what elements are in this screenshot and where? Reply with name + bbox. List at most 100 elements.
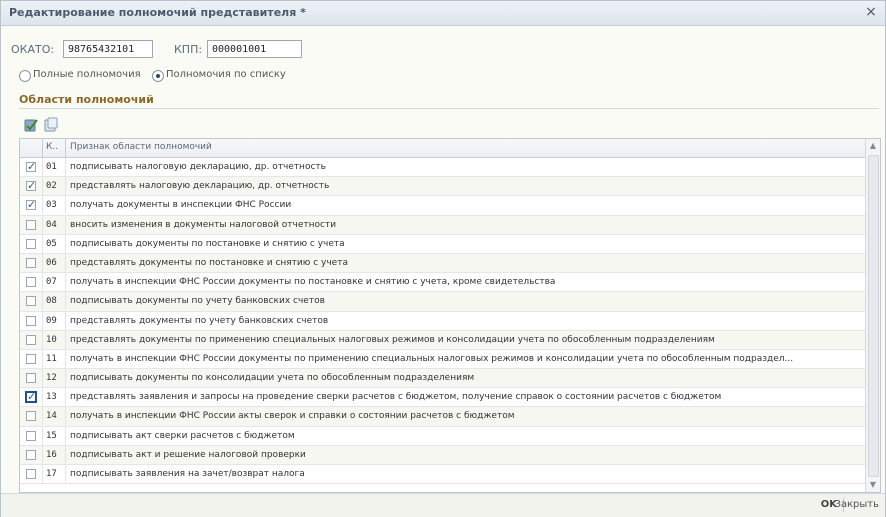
list-authority-label[interactable]: Полномочия по списку xyxy=(166,69,286,80)
row-description: получать документы в инспекции ФНС Росси… xyxy=(70,200,292,211)
row-code: 08 xyxy=(46,296,57,307)
table-row[interactable]: 01 подписывать налоговую декларацию, др. … xyxy=(20,158,865,178)
cell-separator xyxy=(42,349,43,368)
kpp-label: КПП: xyxy=(174,43,203,56)
cell-separator xyxy=(65,311,66,330)
row-checkbox[interactable] xyxy=(26,449,36,460)
row-code: 03 xyxy=(46,200,57,211)
row-checkbox[interactable] xyxy=(26,238,36,249)
check-all-icon[interactable] xyxy=(23,117,41,133)
row-code: 09 xyxy=(46,315,57,326)
table-row[interactable]: 02 представлять налоговую декларацию, др.… xyxy=(20,177,865,197)
cell-separator xyxy=(42,177,43,196)
row-checkbox[interactable] xyxy=(26,430,36,441)
cell-separator xyxy=(42,273,43,292)
table-row[interactable]: 12 подписывать документы по консолидации … xyxy=(20,369,865,389)
column-separator xyxy=(42,139,43,157)
row-description: подписывать акт сверки расчетов с бюджет… xyxy=(70,430,295,441)
cell-separator xyxy=(65,407,66,426)
table-row[interactable]: 13 представлять заявления и запросы на пр… xyxy=(20,388,865,408)
scroll-up-icon[interactable]: ▲ xyxy=(866,139,880,153)
column-header-code[interactable]: К.. xyxy=(46,142,58,152)
authority-table: К.. Признак области полномочий 01 подписы… xyxy=(19,138,881,493)
row-checkbox[interactable] xyxy=(26,411,36,422)
row-code: 05 xyxy=(46,238,57,249)
table-row[interactable]: 07 получать в инспекции ФНС России докуме… xyxy=(20,273,865,293)
table-row[interactable]: 06 представлять документы по постановке и… xyxy=(20,253,865,274)
list-authority-radio[interactable] xyxy=(152,70,164,82)
row-description: подписывать документы по учету банковски… xyxy=(70,296,325,307)
row-checkbox[interactable] xyxy=(26,219,36,230)
table-body: 01 подписывать налоговую декларацию, др. … xyxy=(20,158,865,485)
table-row[interactable]: 15 подписывать акт сверки расчетов с бюдж… xyxy=(20,426,865,446)
row-checkbox[interactable] xyxy=(26,315,36,326)
cell-separator xyxy=(42,407,43,426)
cell-separator xyxy=(65,330,66,349)
cell-separator xyxy=(42,234,43,253)
row-code: 12 xyxy=(46,373,57,384)
okato-field[interactable]: 98765432101 xyxy=(63,40,153,58)
scroll-down-icon[interactable]: ▼ xyxy=(866,478,880,492)
row-code: 15 xyxy=(46,430,57,441)
kpp-field[interactable]: 000001001 xyxy=(207,40,302,58)
cell-separator xyxy=(42,388,43,407)
row-code: 06 xyxy=(46,257,57,268)
section-divider xyxy=(19,108,879,109)
row-checkbox[interactable] xyxy=(26,373,36,384)
row-description: представлять документы по применению спе… xyxy=(70,334,715,345)
table-row[interactable]: 17 подписывать заявления на зачет/возврат… xyxy=(20,465,865,485)
table-row[interactable]: 14 получать в инспекции ФНС России акты с… xyxy=(20,407,865,427)
table-row[interactable]: 04 вносить изменения в документы налогово… xyxy=(20,215,865,235)
table-row[interactable]: 09 представлять документы по учету банков… xyxy=(20,311,865,331)
table-header: К.. Признак области полномочий xyxy=(20,139,880,158)
row-checkbox[interactable] xyxy=(25,390,37,404)
column-header-description[interactable]: Признак области полномочий xyxy=(70,142,212,152)
close-button[interactable]: Закрыть xyxy=(834,499,879,510)
table-row[interactable]: 10 представлять документы по применению с… xyxy=(20,330,865,350)
row-checkbox[interactable] xyxy=(26,353,36,364)
cell-separator xyxy=(42,369,43,388)
row-checkbox[interactable] xyxy=(26,277,36,288)
close-icon[interactable]: × xyxy=(863,4,879,20)
row-code: 01 xyxy=(46,162,57,172)
row-code: 10 xyxy=(46,334,57,345)
table-row[interactable]: 03 получать документы в инспекции ФНС Рос… xyxy=(20,196,865,216)
cell-separator xyxy=(42,330,43,349)
row-checkbox[interactable] xyxy=(26,257,36,268)
row-checkbox[interactable] xyxy=(26,160,36,173)
row-code: 04 xyxy=(46,219,57,230)
section-title: Области полномочий xyxy=(19,93,154,106)
row-description: представлять заявления и запросы на пров… xyxy=(70,392,722,403)
row-checkbox[interactable] xyxy=(26,198,36,211)
row-description: подписывать документы по постановке и сн… xyxy=(70,238,345,249)
okato-label: ОКАТО: xyxy=(11,43,55,56)
full-authority-label[interactable]: Полные полномочия xyxy=(33,69,141,80)
cell-separator xyxy=(65,158,66,176)
dialog-window: Редактирование полномочий представителя … xyxy=(0,0,886,517)
row-description: получать в инспекции ФНС России документ… xyxy=(70,277,556,288)
row-checkbox[interactable] xyxy=(26,334,36,345)
row-description: подписывать документы по консолидации уч… xyxy=(70,373,475,384)
row-checkbox[interactable] xyxy=(26,469,36,479)
uncheck-all-icon[interactable] xyxy=(43,117,61,133)
row-description: подписывать акт и решение налоговой пров… xyxy=(70,449,306,460)
scroll-thumb[interactable] xyxy=(868,155,879,477)
row-description: подписывать налоговую декларацию, др. от… xyxy=(70,162,326,172)
row-checkbox[interactable] xyxy=(26,296,36,307)
row-description: вносить изменения в документы налоговой … xyxy=(70,219,337,230)
row-description: представлять документы по учету банковск… xyxy=(70,315,329,326)
table-row[interactable]: 11 получать в инспекции ФНС России докуме… xyxy=(20,349,865,370)
cell-separator xyxy=(42,445,43,464)
table-row[interactable]: 08 подписывать документы по учету банковс… xyxy=(20,292,865,312)
table-row[interactable]: 16 подписывать акт и решение налоговой пр… xyxy=(20,445,865,465)
row-description: получать в инспекции ФНС России документ… xyxy=(70,353,794,364)
cell-separator xyxy=(42,292,43,311)
cell-separator xyxy=(42,311,43,330)
table-row[interactable]: 05 подписывать документы по постановке и … xyxy=(20,234,865,254)
vertical-scrollbar[interactable]: ▲ ▼ xyxy=(865,139,880,492)
row-checkbox[interactable] xyxy=(26,179,36,192)
full-authority-radio[interactable] xyxy=(19,70,31,82)
cell-separator xyxy=(65,273,66,292)
title-bar: Редактирование полномочий представителя … xyxy=(1,1,885,26)
cell-separator xyxy=(65,426,66,445)
